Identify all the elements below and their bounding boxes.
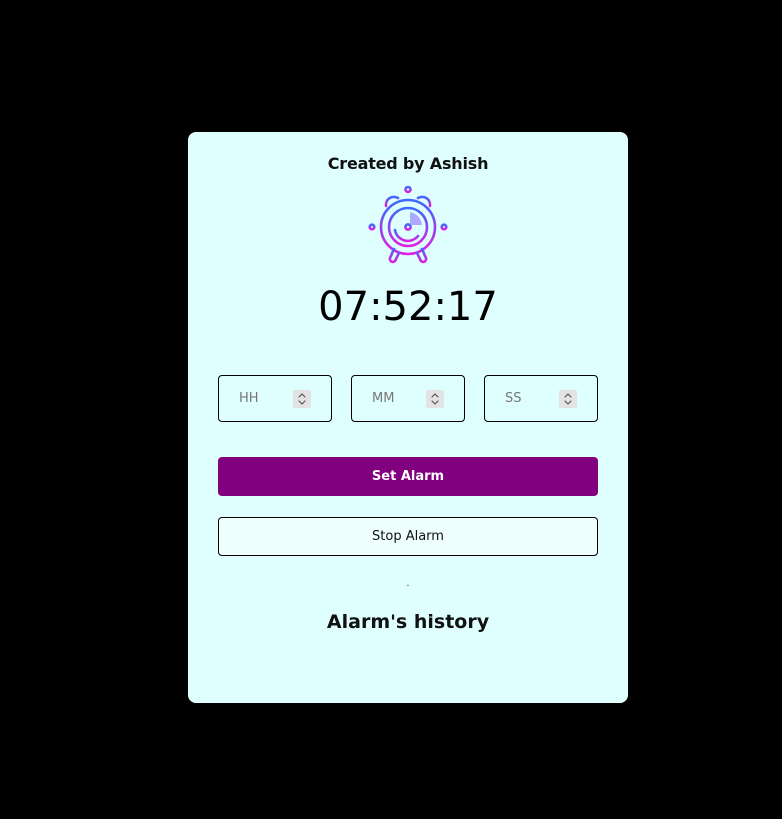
seconds-input[interactable]: SS <box>484 375 598 422</box>
hours-placeholder: HH <box>239 391 259 406</box>
minutes-spinner-icon[interactable] <box>426 390 444 408</box>
seconds-spinner-icon[interactable] <box>559 390 577 408</box>
minutes-placeholder: MM <box>372 391 395 406</box>
hours-spinner-icon[interactable] <box>293 390 311 408</box>
history-separator: . <box>406 578 410 589</box>
alarm-card: Created by Ashish 07:52:17 HH MM SS Set … <box>188 132 628 703</box>
set-alarm-button[interactable]: Set Alarm <box>218 457 598 496</box>
current-time-display: 07:52:17 <box>318 284 498 330</box>
alarm-clock-icon <box>368 186 448 264</box>
seconds-placeholder: SS <box>505 391 522 406</box>
alarm-time-inputs: HH MM SS <box>218 375 598 422</box>
alarm-history-title: Alarm's history <box>326 611 490 633</box>
stop-alarm-button[interactable]: Stop Alarm <box>218 517 598 556</box>
author-credit: Created by Ashish <box>327 154 489 173</box>
minutes-input[interactable]: MM <box>351 375 465 422</box>
hours-input[interactable]: HH <box>218 375 332 422</box>
